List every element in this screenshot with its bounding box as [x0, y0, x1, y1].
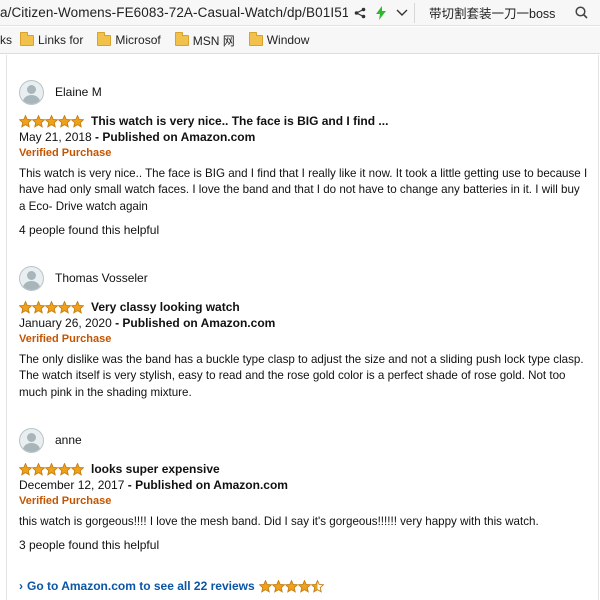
verified-purchase-badge: Verified Purchase [19, 333, 112, 345]
star-rating[interactable] [19, 300, 84, 314]
review-card: Elaine M This watch is very nice.. The f… [19, 79, 589, 237]
star-icon [297, 579, 311, 593]
star-icon [45, 462, 58, 476]
review-title-row: Very classy looking watch [19, 299, 589, 315]
star-icon [271, 579, 285, 593]
star-icon [58, 300, 71, 314]
see-all-reviews-label: Go to Amazon.com to see all 22 reviews [27, 579, 255, 593]
star-icon [19, 114, 32, 128]
share-icon[interactable] [354, 7, 366, 19]
review-date: January 26, 2020 - Published on Amazon.c… [19, 316, 589, 330]
folder-icon [174, 31, 189, 46]
review-published: - Published on Amazon.com [91, 130, 256, 144]
search-button[interactable] [562, 6, 600, 19]
reviewer-name[interactable]: Thomas Vosseler [55, 271, 148, 285]
search-engine-field[interactable]: 带切割套装一刀一boss [414, 2, 562, 23]
star-icon [19, 462, 32, 476]
folder-icon [248, 31, 263, 46]
verified-purchase-badge: Verified Purchase [19, 495, 112, 507]
reviewer-row: Thomas Vosseler [19, 265, 589, 291]
avatar-icon[interactable] [19, 79, 44, 105]
star-icon [71, 462, 84, 476]
helpful-count: 4 people found this helpful [19, 222, 160, 237]
bookmark-item-links-for[interactable]: Links for [20, 31, 84, 47]
review-title-row: looks super expensive [19, 461, 589, 477]
address-bar: a/Citizen-Womens-FE6083-72A-Casual-Watch… [0, 0, 600, 26]
star-rating[interactable] [19, 114, 84, 128]
bookmark-item-microsoft[interactable]: Microsof [97, 31, 161, 47]
star-icon [19, 300, 32, 314]
review-date-value: May 21, 2018 [19, 130, 92, 144]
star-icon [32, 300, 45, 314]
folder-icon [20, 31, 34, 46]
review-published: - Published on Amazon.com [124, 478, 288, 492]
review-date-value: January 26, 2020 [19, 316, 112, 330]
star-icon [58, 462, 71, 476]
star-icon [32, 114, 45, 128]
review-published: - Published on Amazon.com [111, 316, 276, 330]
review-title[interactable]: This watch is very nice.. The face is BI… [91, 114, 388, 128]
review-body: this watch is gorgeous!!!! I love the me… [19, 515, 539, 528]
review-body: The only dislike was the band has a buck… [19, 353, 584, 399]
review-date-value: December 12, 2017 [19, 478, 125, 492]
address-bar-actions [348, 5, 414, 20]
see-all-reviews-link[interactable]: › Go to Amazon.com to see all 22 reviews [19, 579, 324, 593]
star-icon [284, 579, 298, 593]
review-date: December 12, 2017 - Published on Amazon.… [19, 478, 589, 492]
review-title[interactable]: looks super expensive [91, 462, 220, 476]
helpful-count: 3 people found this helpful [19, 538, 160, 553]
review-card: anne looks super expensive December 12, … [19, 427, 589, 552]
average-star-rating [258, 579, 324, 593]
star-icon [71, 300, 84, 314]
review-date: May 21, 2018 - Published on Amazon.com [19, 130, 589, 144]
review-title-row: This watch is very nice.. The face is BI… [19, 113, 589, 129]
reviewer-name[interactable]: Elaine M [55, 85, 102, 99]
verified-purchase-badge: Verified Purchase [19, 147, 112, 159]
chevron-down-icon[interactable] [396, 9, 408, 17]
star-icon [45, 300, 58, 314]
star-icon [32, 462, 45, 476]
reviewer-row: Elaine M [19, 79, 589, 105]
bookmark-item-msn[interactable]: MSN 网 [174, 31, 235, 49]
reviewer-row: anne [19, 427, 589, 453]
bookmark-item-window[interactable]: Window [248, 31, 310, 47]
star-icon [71, 114, 84, 128]
lightning-icon[interactable] [376, 5, 386, 20]
folder-icon [97, 31, 112, 46]
search-icon [574, 6, 588, 19]
star-rating[interactable] [19, 462, 84, 476]
avatar-icon[interactable] [19, 427, 44, 453]
star-icon [45, 114, 58, 128]
bookmark-label: MSN 网 [192, 33, 235, 48]
star-icon [58, 114, 71, 128]
url-field[interactable]: a/Citizen-Womens-FE6083-72A-Casual-Watch… [0, 5, 348, 20]
review-title[interactable]: Very classy looking watch [91, 300, 240, 314]
chevron-right-icon: › [19, 579, 23, 593]
star-icon [258, 579, 272, 593]
reviews-panel: Elaine M This watch is very nice.. The f… [6, 55, 599, 600]
bookmark-label: Links for [38, 33, 84, 47]
bookmark-item-ks[interactable]: ks [0, 33, 12, 47]
review-card: Thomas Vosseler Very classy looking watc… [19, 265, 589, 401]
bookmark-label: Microsof [115, 33, 161, 47]
reviewer-name[interactable]: anne [55, 433, 82, 447]
review-body: This watch is very nice.. The face is BI… [19, 167, 588, 213]
bookmarks-bar: ks Links for Microsof MSN 网 Window [0, 27, 600, 54]
star-icon [310, 579, 324, 593]
bookmark-label: Window [266, 33, 310, 47]
avatar-icon[interactable] [19, 265, 44, 291]
